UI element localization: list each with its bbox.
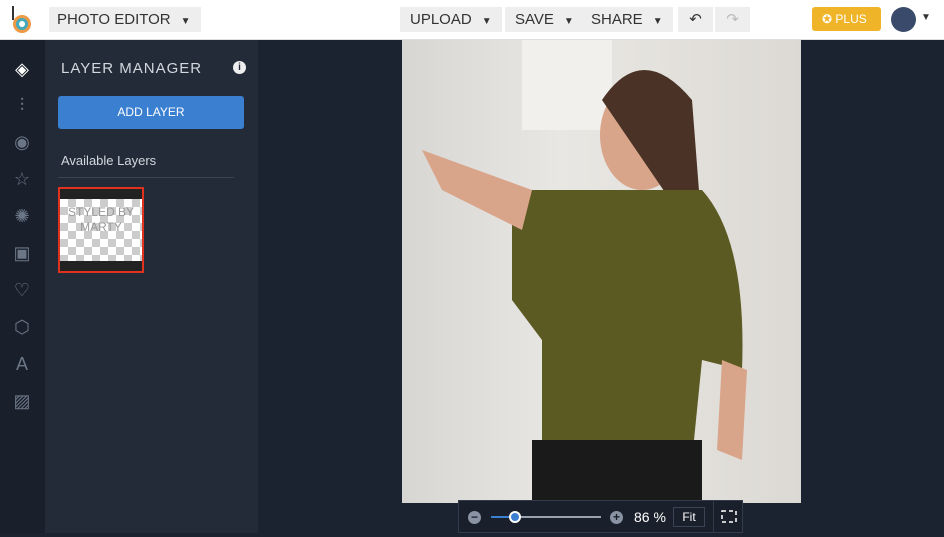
undo-icon: ↶ — [689, 11, 702, 28]
photo-editor-label: PHOTO EDITOR — [57, 11, 171, 28]
plus-badge-icon: ✪ — [822, 12, 836, 26]
caret-down-icon: ▼ — [652, 16, 663, 27]
zoom-slider[interactable] — [491, 511, 601, 523]
photo-editor-menu[interactable]: PHOTO EDITOR ▼ — [49, 7, 201, 32]
heart-icon[interactable]: ♡ — [11, 279, 33, 301]
layer-thumb-text: STYLED BY MARTY — [60, 199, 142, 261]
effects-icon[interactable]: ✺ — [11, 205, 33, 227]
redo-icon: ↷ — [726, 11, 739, 28]
adjust-sliders-icon[interactable]: ⫶ — [11, 94, 33, 116]
panel-title: LAYER MANAGER — [61, 60, 203, 77]
texture-icon[interactable]: ▨ — [11, 390, 33, 412]
caret-down-icon: ▼ — [481, 16, 492, 27]
add-layer-button[interactable]: ADD LAYER — [58, 96, 244, 129]
text-icon[interactable]: A — [11, 353, 33, 375]
share-button[interactable]: SHARE ▼ — [581, 7, 673, 32]
save-label: SAVE — [515, 11, 554, 28]
eye-icon[interactable]: ◉ — [11, 131, 33, 153]
caret-down-icon: ▼ — [563, 16, 574, 27]
fit-button[interactable]: Fit — [673, 507, 705, 527]
divider — [58, 177, 234, 178]
zoom-out-button[interactable]: − — [468, 511, 481, 524]
zoom-bar: − + 86 % Fit — [458, 500, 743, 533]
caret-down-icon: ▼ — [180, 16, 191, 27]
frame-icon[interactable]: ▣ — [11, 242, 33, 264]
star-icon[interactable]: ☆ — [11, 168, 33, 190]
layer-manager-panel: LAYER MANAGER i ADD LAYER Available Laye… — [45, 40, 258, 533]
fullscreen-button[interactable] — [713, 501, 743, 532]
app-logo[interactable] — [10, 6, 34, 34]
save-button[interactable]: SAVE ▼ — [505, 7, 584, 32]
plus-button[interactable]: ✪ PLUS — [812, 7, 881, 31]
redo-button[interactable]: ↷ — [715, 7, 750, 32]
zoom-in-button[interactable]: + — [610, 511, 623, 524]
available-layers-heading: Available Layers — [61, 153, 157, 168]
undo-button[interactable]: ↶ — [678, 7, 713, 32]
tool-rail: ◈ ⫶ ◉ ☆ ✺ ▣ ♡ ⬡ A ▨ — [0, 40, 45, 533]
plus-label: PLUS — [835, 12, 867, 26]
upload-button[interactable]: UPLOAD ▼ — [400, 7, 502, 32]
avatar[interactable] — [891, 7, 916, 32]
photo-canvas[interactable] — [402, 40, 801, 503]
zoom-slider-handle[interactable] — [509, 511, 522, 523]
badge-icon[interactable]: ⬡ — [11, 316, 33, 338]
fullscreen-icon — [721, 510, 737, 523]
zoom-percent: 86 % — [634, 509, 666, 525]
layer-thumbnail[interactable]: STYLED BY MARTY — [58, 187, 144, 273]
layers-icon[interactable]: ◈ — [11, 58, 33, 80]
account-caret-icon[interactable]: ▼ — [921, 12, 931, 23]
share-label: SHARE — [591, 11, 643, 28]
top-bar: PHOTO EDITOR ▼ UPLOAD ▼ SAVE ▼ SHARE ▼ ↶ ↷ ✪… — [0, 0, 944, 40]
info-icon[interactable]: i — [233, 61, 246, 74]
upload-label: UPLOAD — [410, 11, 472, 28]
photo-image — [422, 40, 747, 503]
